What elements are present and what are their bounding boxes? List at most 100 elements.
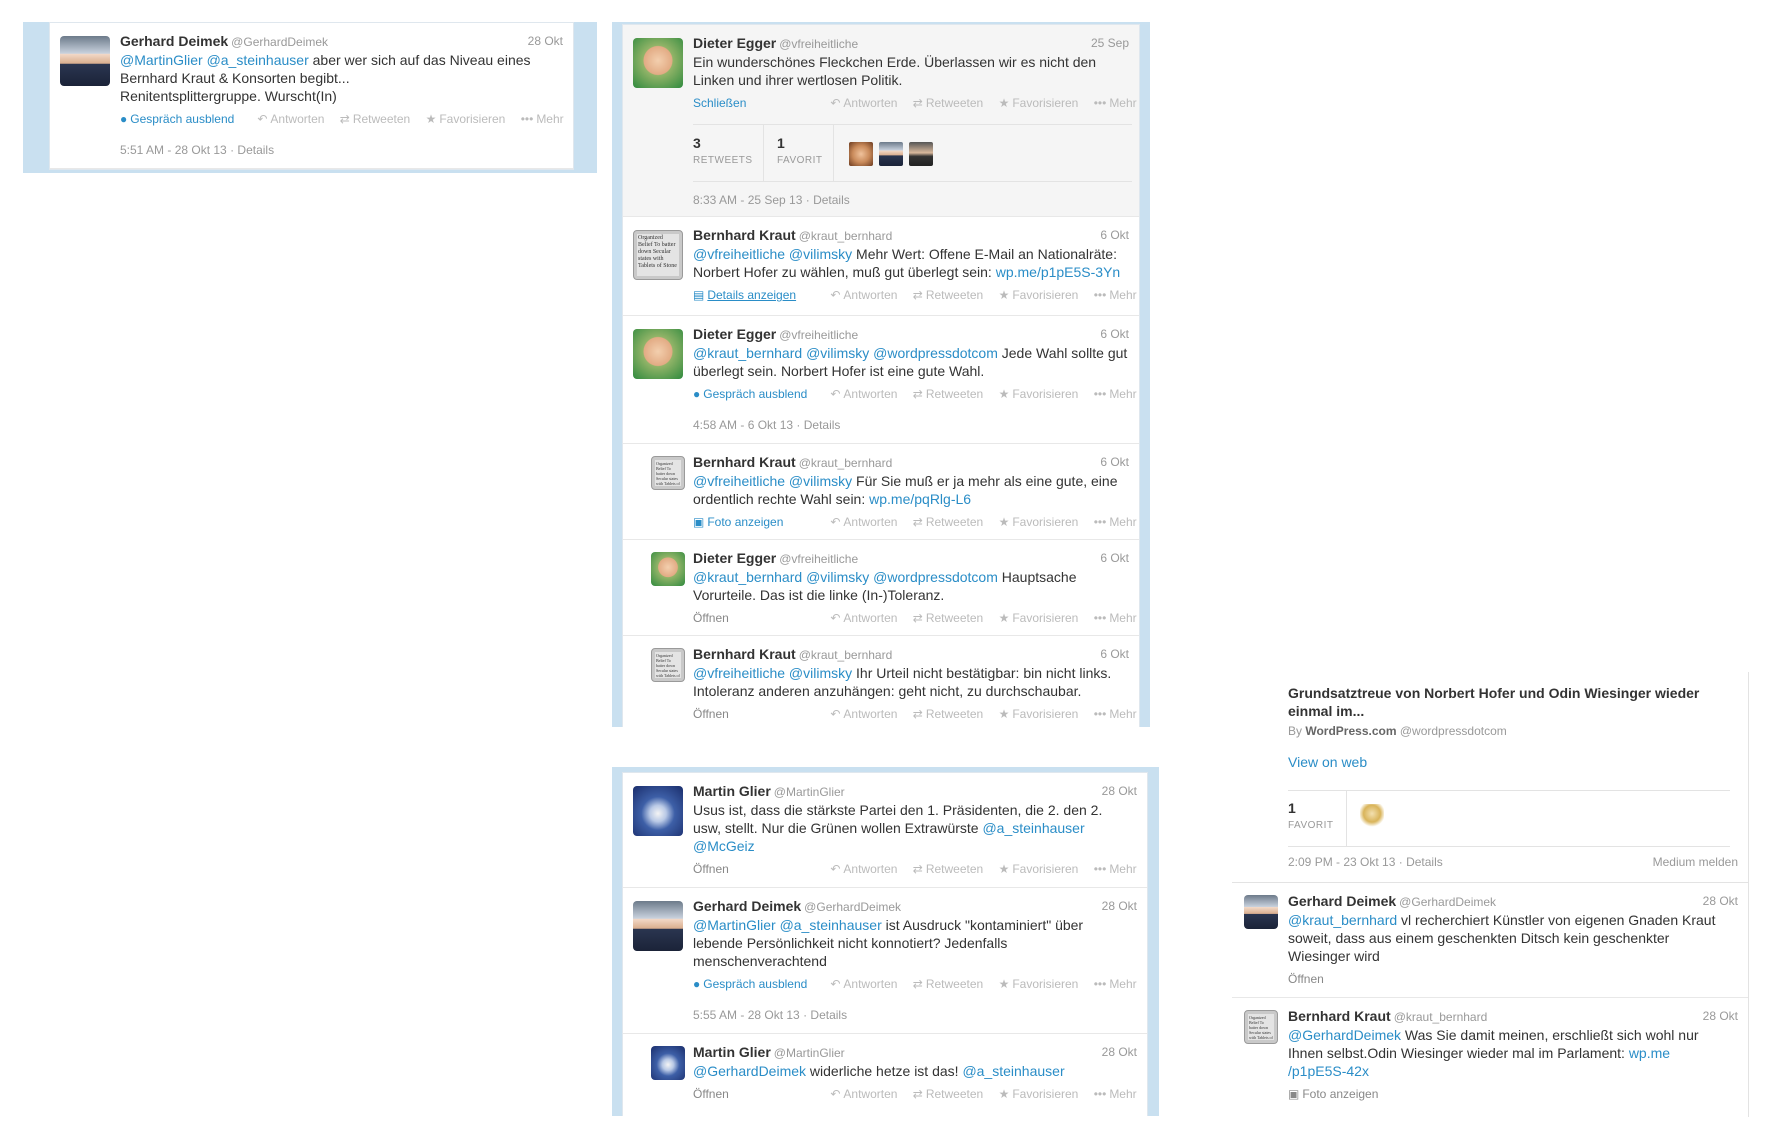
tweet-link[interactable]: @MartinGlier bbox=[120, 52, 203, 68]
more-button[interactable]: ••• Mehr bbox=[1094, 862, 1143, 876]
retweeter-avatar[interactable] bbox=[909, 142, 933, 166]
tweet-link[interactable]: @a_steinhauser bbox=[780, 917, 882, 933]
tweet-link[interactable]: @kraut_bernhard bbox=[1288, 912, 1397, 928]
tweet-link[interactable]: @vfreiheitliche bbox=[693, 246, 785, 262]
user-name[interactable]: Bernhard Kraut bbox=[693, 454, 796, 470]
more-button[interactable]: ••• Mehr bbox=[1094, 515, 1139, 529]
open-link[interactable]: Öffnen bbox=[693, 1087, 821, 1101]
tweet-expanded[interactable]: Dieter Egger @vfreiheitliche 25 Sep Ein w… bbox=[623, 25, 1139, 217]
tweet-link[interactable]: @vilimsky bbox=[789, 246, 852, 262]
details-link[interactable]: Details bbox=[237, 143, 274, 157]
more-button[interactable]: ••• Mehr bbox=[1094, 1087, 1143, 1101]
tweet-date[interactable]: 28 Okt bbox=[528, 34, 563, 48]
avatar[interactable]: Organized Belief To batter down Secular … bbox=[1244, 1010, 1278, 1044]
tweet-link[interactable]: @wordpressdotcom bbox=[873, 345, 998, 361]
tweet-link[interactable]: @vilimsky bbox=[806, 345, 869, 361]
user-name[interactable]: Gerhard Deimek bbox=[693, 898, 801, 914]
card-handle[interactable]: @wordpressdotcom bbox=[1400, 724, 1507, 738]
favorite-button[interactable]: ★ Favorisieren bbox=[999, 1087, 1085, 1101]
favorite-button[interactable]: ★ Favorisieren bbox=[999, 862, 1085, 876]
user-handle[interactable]: @MartinGlier bbox=[774, 1046, 845, 1060]
favorite-button[interactable]: ★ Favorisieren bbox=[999, 707, 1085, 721]
avatar[interactable] bbox=[633, 786, 683, 836]
tweet-link[interactable]: @GerhardDeimek bbox=[1288, 1027, 1401, 1043]
tweet-link[interactable]: @a_steinhauser bbox=[982, 820, 1084, 836]
avatar[interactable] bbox=[633, 38, 683, 88]
avatar[interactable] bbox=[633, 901, 683, 951]
more-button[interactable]: ••• Mehr bbox=[1094, 96, 1139, 110]
retweet-button[interactable]: ⇄ Retweeten bbox=[913, 515, 989, 529]
hide-conversation-link[interactable]: ● Gespräch ausblend bbox=[693, 387, 821, 401]
user-name[interactable]: Dieter Egger bbox=[693, 326, 776, 342]
close-link[interactable]: Schließen bbox=[693, 96, 821, 110]
tweet-date[interactable]: 25 Sep bbox=[1091, 36, 1129, 50]
user-handle[interactable]: @vfreiheitliche bbox=[779, 328, 858, 342]
retweet-button[interactable]: ⇄ Retweeten bbox=[340, 112, 416, 126]
more-button[interactable]: ••• Mehr bbox=[521, 112, 570, 126]
user-name[interactable]: Gerhard Deimek bbox=[1288, 893, 1396, 909]
more-button[interactable]: ••• Mehr bbox=[1094, 387, 1139, 401]
reply-button[interactable]: ↶ Antworten bbox=[830, 611, 903, 625]
hide-conversation-link[interactable]: ● Gespräch ausblend bbox=[693, 977, 821, 991]
tweet-link[interactable]: @kraut_bernhard bbox=[693, 345, 802, 361]
user-name[interactable]: Bernhard Kraut bbox=[1288, 1008, 1391, 1024]
avatar[interactable]: Organized Belief To batter down Secular … bbox=[651, 648, 685, 682]
avatar[interactable] bbox=[1244, 895, 1278, 929]
details-link[interactable]: Details bbox=[804, 418, 841, 432]
tweet-link[interactable]: @vfreiheitliche bbox=[693, 473, 785, 489]
tweet-link[interactable]: @GerhardDeimek bbox=[693, 1063, 806, 1079]
avatar[interactable] bbox=[651, 1046, 685, 1080]
retweet-button[interactable]: ⇄ Retweeten bbox=[913, 387, 989, 401]
user-name[interactable]: Bernhard Kraut bbox=[693, 646, 796, 662]
tweet[interactable]: Organized Belief To batter down Secular … bbox=[623, 636, 1139, 727]
reply-button[interactable]: ↶ Antworten bbox=[257, 112, 330, 126]
user-handle[interactable]: @vfreiheitliche bbox=[779, 37, 858, 51]
tweet-link[interactable]: @a_steinhauser bbox=[207, 52, 309, 68]
user-handle[interactable]: @vfreiheitliche bbox=[779, 552, 858, 566]
retweet-button[interactable]: ⇄ Retweeten bbox=[913, 288, 989, 302]
tweet-date[interactable]: 28 Okt bbox=[1102, 899, 1137, 913]
show-photo-link[interactable]: ▣ Foto anzeigen bbox=[693, 515, 821, 529]
avatar[interactable] bbox=[633, 329, 683, 379]
show-details-link[interactable]: ▤ Details anzeigen bbox=[693, 288, 821, 302]
user-handle[interactable]: @GerhardDeimek bbox=[804, 900, 901, 914]
user-name[interactable]: Dieter Egger bbox=[693, 550, 776, 566]
tweet-link[interactable]: @vilimsky bbox=[789, 665, 852, 681]
show-photo-link[interactable]: ▣ Foto anzeigen bbox=[1288, 1087, 1416, 1101]
retweet-button[interactable]: ⇄ Retweeten bbox=[913, 96, 989, 110]
tweet-link[interactable]: @McGeiz bbox=[693, 838, 755, 854]
favorite-button[interactable]: ★ Favorisieren bbox=[999, 96, 1085, 110]
reply-button[interactable]: ↶ Antworten bbox=[830, 515, 903, 529]
tweet[interactable]: Organized Belief To batter down Secular … bbox=[1232, 998, 1748, 1113]
tweet-date[interactable]: 6 Okt bbox=[1100, 551, 1129, 565]
tweet[interactable]: Martin Glier @MartinGlier 28 Okt @Gerhard… bbox=[623, 1034, 1147, 1117]
tweet-link[interactable]: @a_steinhauser bbox=[962, 1063, 1064, 1079]
open-link[interactable]: Öffnen bbox=[693, 611, 821, 625]
avatar[interactable] bbox=[60, 36, 110, 86]
avatar[interactable]: Organized Belief To batter down Secular … bbox=[633, 230, 683, 280]
avatar[interactable] bbox=[651, 552, 685, 586]
user-handle[interactable]: @GerhardDeimek bbox=[231, 35, 328, 49]
more-button[interactable]: ••• Mehr bbox=[1094, 288, 1139, 302]
tweet[interactable]: Organized Belief To batter down Secular … bbox=[623, 444, 1139, 540]
favorite-button[interactable]: ★ Favorisieren bbox=[999, 387, 1085, 401]
more-button[interactable]: ••• Mehr bbox=[1094, 611, 1139, 625]
details-link[interactable]: Details bbox=[1406, 855, 1443, 869]
retweeter-avatar[interactable] bbox=[849, 142, 873, 166]
reply-button[interactable]: ↶ Antworten bbox=[830, 96, 903, 110]
details-link[interactable]: Details bbox=[810, 1008, 847, 1022]
reply-button[interactable]: ↶ Antworten bbox=[830, 387, 903, 401]
user-name[interactable]: Gerhard Deimek bbox=[120, 33, 228, 49]
tweet-link[interactable]: wp.me/p1pE5S-3Yn bbox=[996, 264, 1121, 280]
user-handle[interactable]: @GerhardDeimek bbox=[1399, 895, 1496, 909]
tweet-link[interactable]: @wordpressdotcom bbox=[873, 569, 998, 585]
tweet-link[interactable]: @MartinGlier bbox=[693, 917, 776, 933]
tweet[interactable]: Martin Glier @MartinGlier 28 Okt Usus ist… bbox=[623, 773, 1147, 888]
card-source[interactable]: WordPress.com bbox=[1305, 724, 1396, 738]
card-title[interactable]: Grundsatztreue von Norbert Hofer und Odi… bbox=[1288, 684, 1738, 720]
reply-button[interactable]: ↶ Antworten bbox=[830, 862, 903, 876]
retweet-button[interactable]: ⇄ Retweeten bbox=[913, 977, 989, 991]
favoriter-avatar[interactable] bbox=[1360, 804, 1384, 828]
favorite-count[interactable]: 1 FAVORIT bbox=[1288, 800, 1334, 831]
retweet-button[interactable]: ⇄ Retweeten bbox=[913, 1087, 989, 1101]
